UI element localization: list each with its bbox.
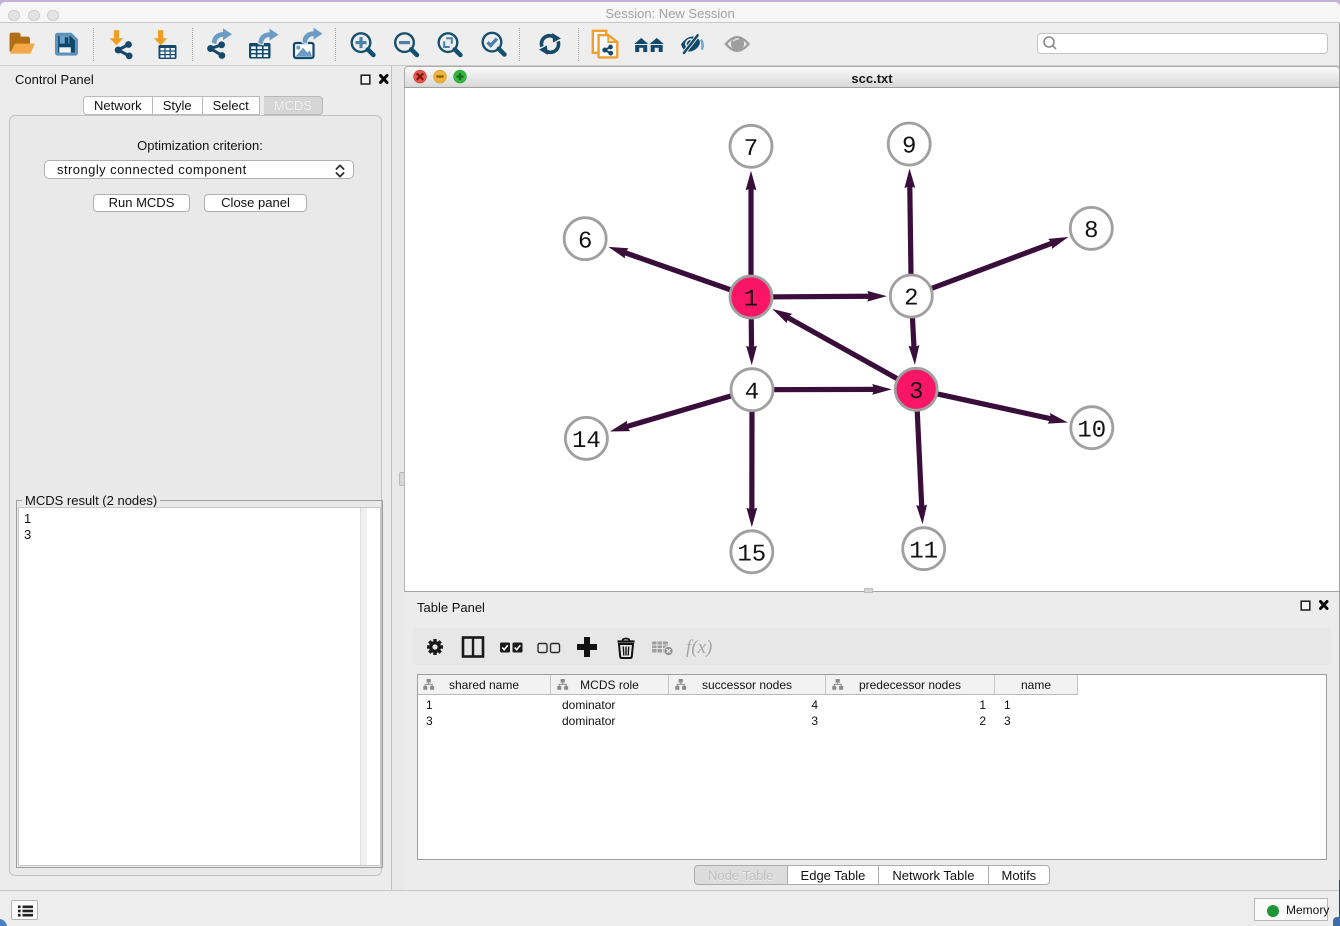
svg-text:9: 9 (902, 134, 916, 161)
svg-text:14: 14 (572, 428, 601, 455)
svg-text:6: 6 (578, 228, 592, 255)
svg-text:8: 8 (1084, 218, 1098, 245)
svg-text:3: 3 (909, 379, 923, 406)
svg-text:7: 7 (744, 136, 758, 163)
svg-text:2: 2 (904, 286, 918, 313)
svg-text:10: 10 (1077, 417, 1106, 444)
svg-text:4: 4 (745, 379, 759, 406)
svg-text:11: 11 (909, 538, 938, 565)
svg-text:f(x): f(x) (686, 637, 712, 658)
svg-text:1: 1 (744, 287, 758, 314)
svg-text:15: 15 (737, 541, 766, 568)
